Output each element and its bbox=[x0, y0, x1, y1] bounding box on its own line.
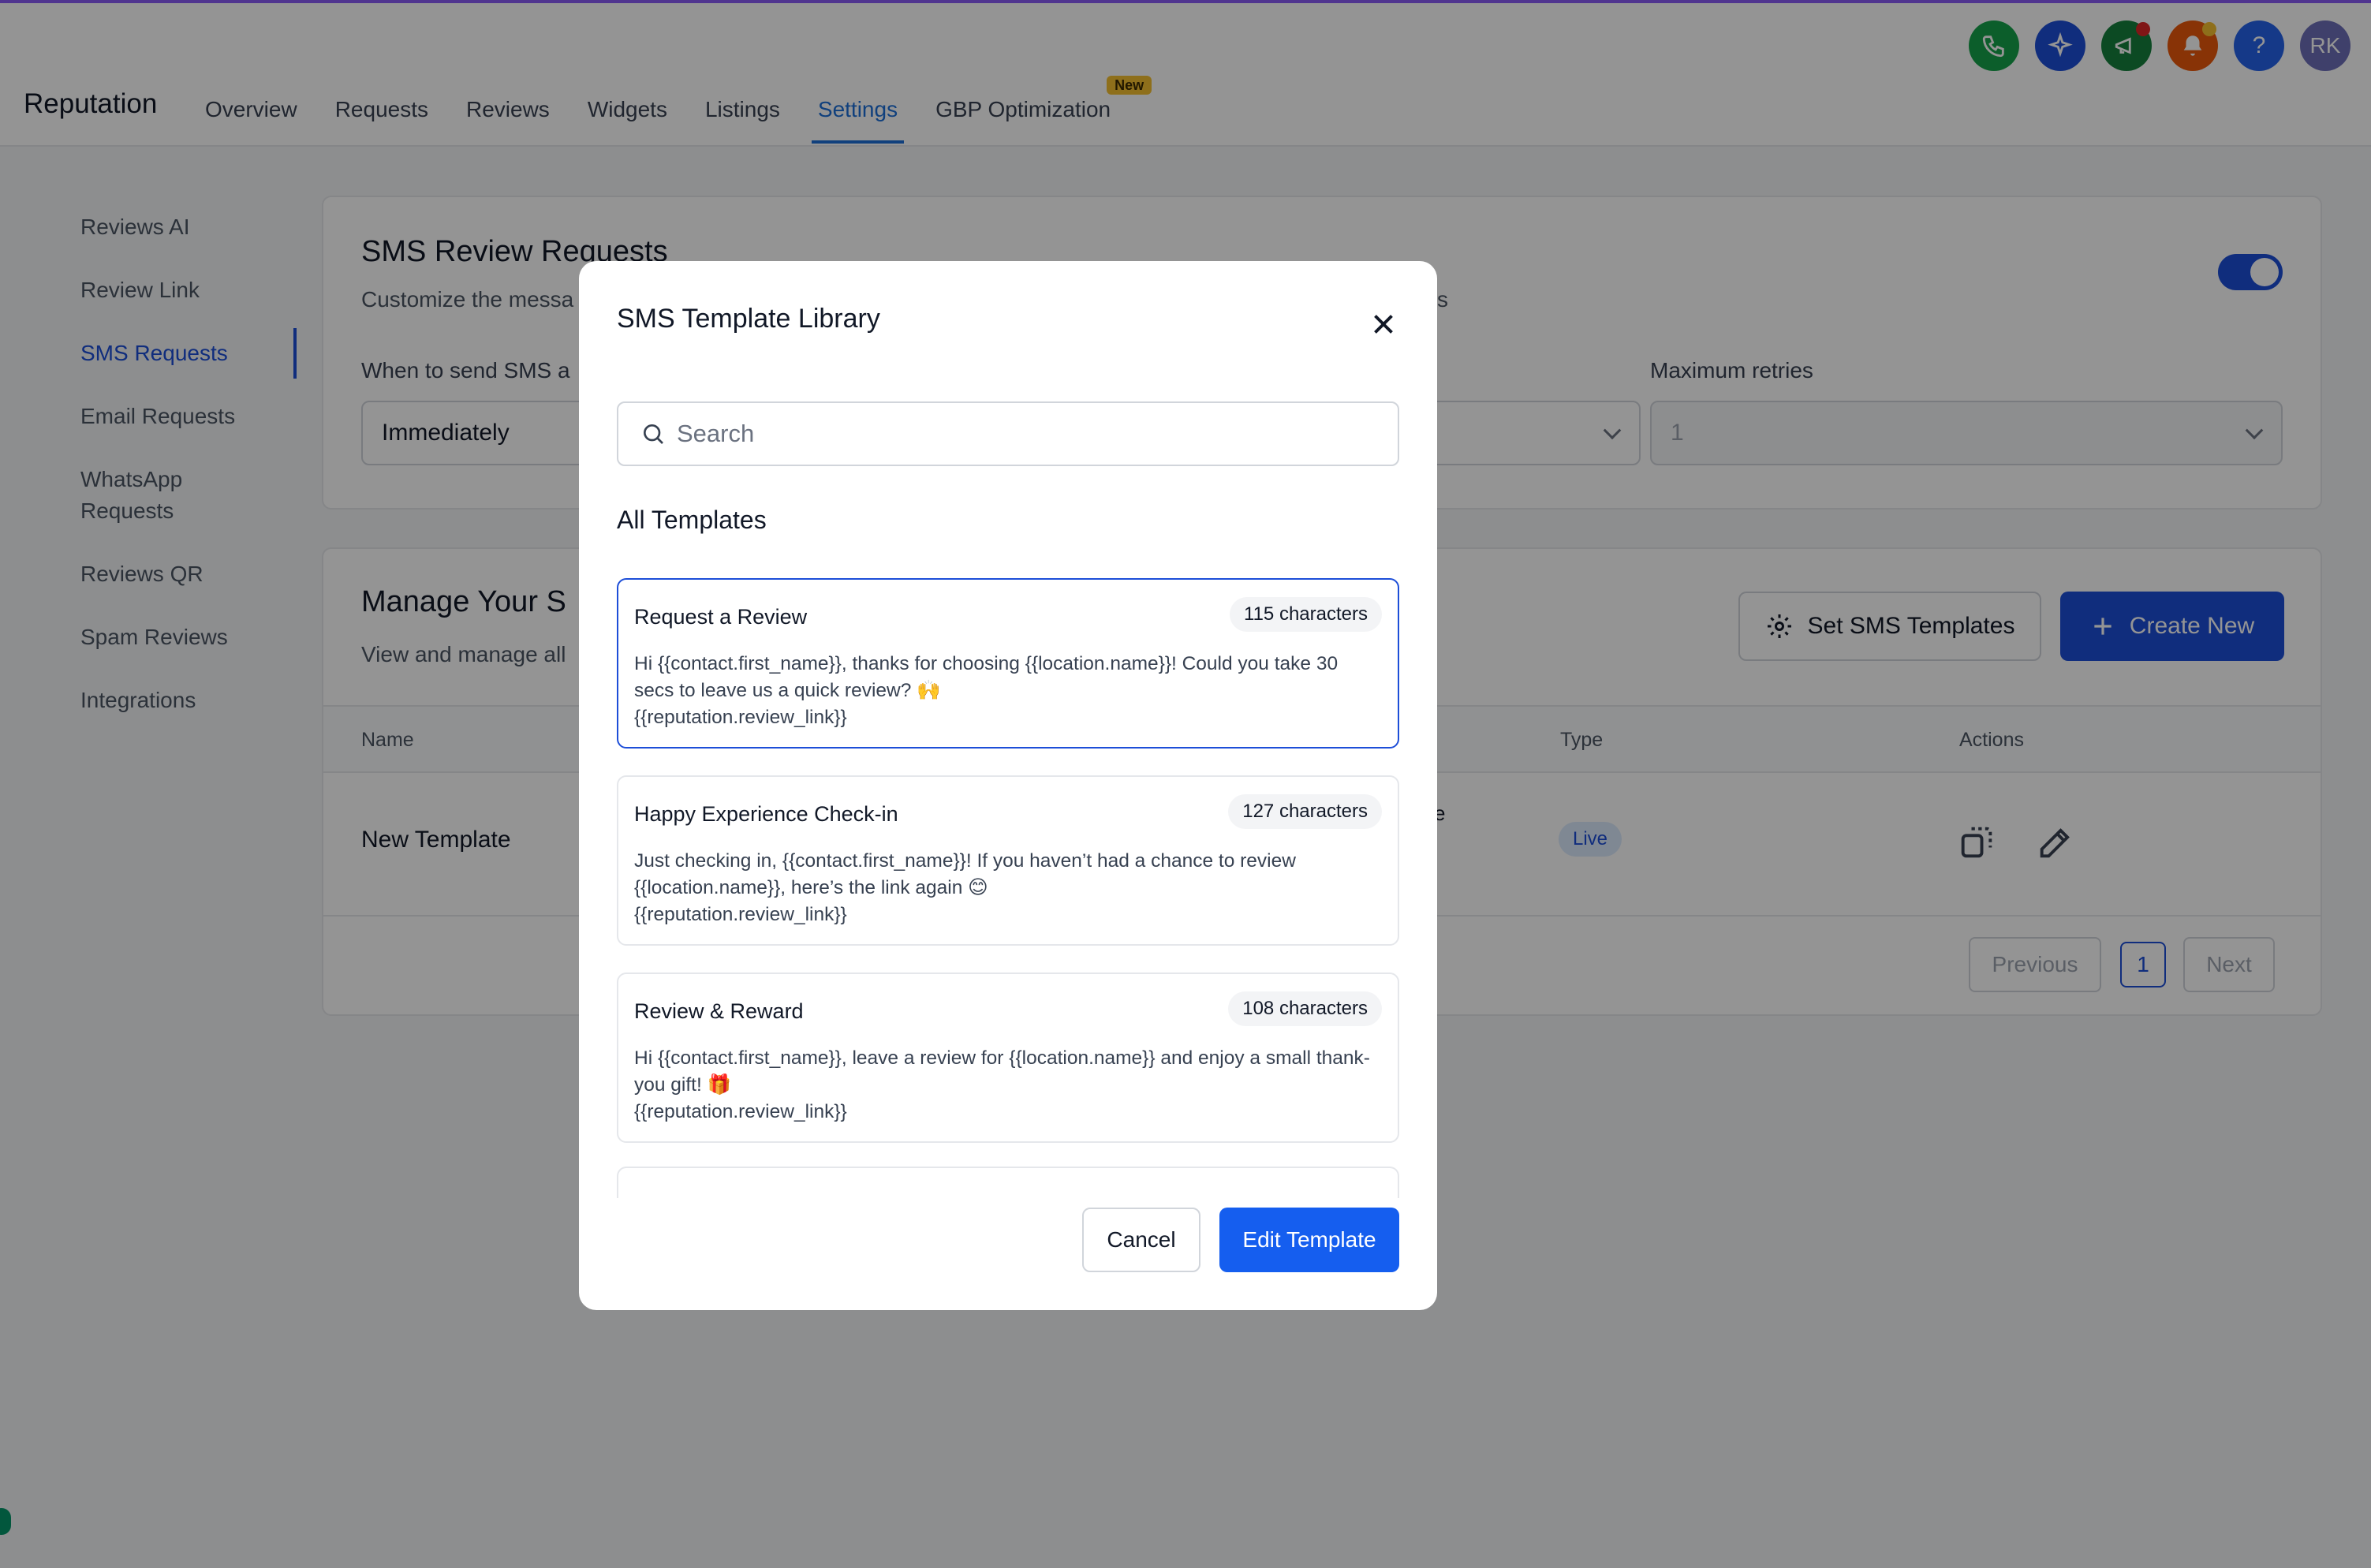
search-icon bbox=[644, 424, 663, 444]
close-icon[interactable] bbox=[1369, 310, 1398, 338]
search-box bbox=[617, 401, 1399, 466]
template-name: Request a Review bbox=[634, 605, 808, 629]
template-body: Hi {{contact.first_name}}, leave a revie… bbox=[634, 1047, 1370, 1122]
template-name: Happy Experience Check-in bbox=[634, 802, 898, 826]
template-name: Review & Reward bbox=[634, 999, 804, 1023]
all-templates-heading: All Templates bbox=[617, 506, 767, 534]
template-body: Hi {{contact.first_name}}, thanks for ch… bbox=[634, 653, 1339, 728]
template-card-happy-experience[interactable]: Happy Experience Check-in 127 characters… bbox=[617, 775, 1399, 946]
edit-template-button[interactable]: Edit Template bbox=[1219, 1208, 1399, 1272]
sms-template-library-modal: SMS Template Library All Templates Reque… bbox=[579, 261, 1437, 1310]
template-body: Just checking in, {{contact.first_name}}… bbox=[634, 850, 1296, 925]
character-count-badge: 115 characters bbox=[1230, 597, 1382, 632]
cancel-button[interactable]: Cancel bbox=[1082, 1208, 1200, 1272]
character-count-badge: 127 characters bbox=[1228, 794, 1382, 829]
character-count-badge: 108 characters bbox=[1228, 991, 1382, 1026]
modal-title: SMS Template Library bbox=[617, 304, 880, 334]
template-card-request-a-review[interactable]: Request a Review 115 characters Hi {{con… bbox=[617, 578, 1399, 749]
search-input[interactable] bbox=[677, 420, 1387, 448]
template-card-partial[interactable] bbox=[617, 1167, 1399, 1198]
template-card-review-reward[interactable]: Review & Reward 108 characters Hi {{cont… bbox=[617, 973, 1399, 1143]
